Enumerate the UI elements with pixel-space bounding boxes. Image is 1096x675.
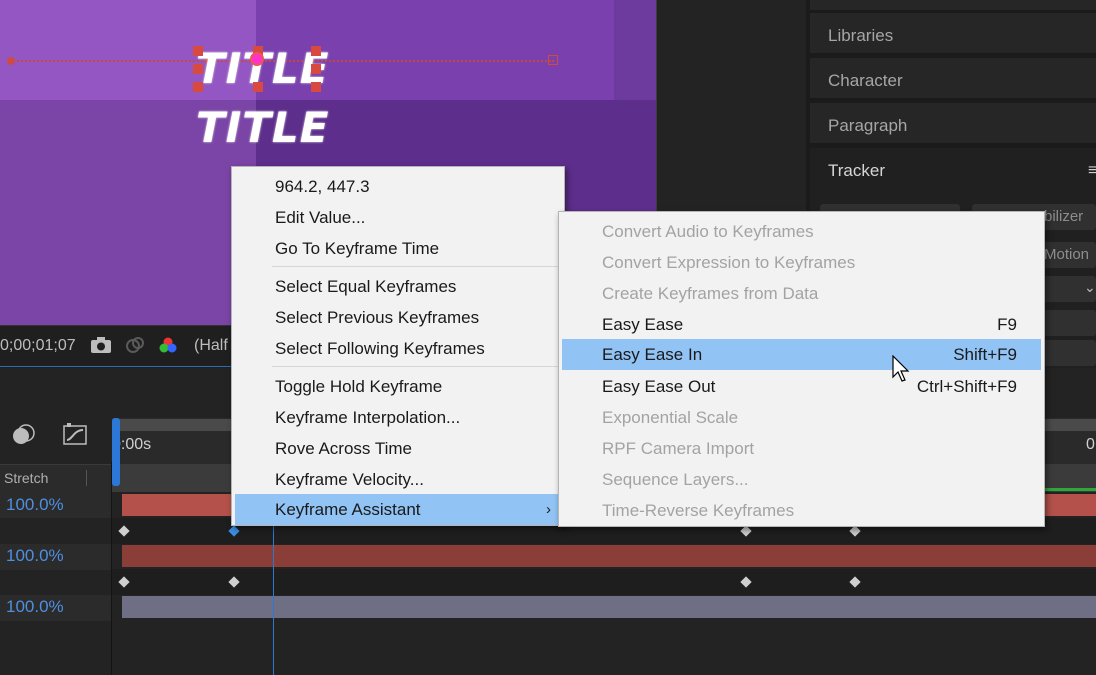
menu-item-label: Select Previous Keyframes [275,308,480,327]
chevron-down-icon: ⌄ [1084,279,1096,295]
menu-item-label: Easy Ease [602,315,684,334]
panel-label: Character [828,71,903,90]
keyframe-context-menu: 964.2, 447.3 Edit Value... Go To Keyfram… [231,166,565,526]
menu-item-select-following-keyframes[interactable]: Select Following Keyframes [232,333,564,364]
menu-item-rove-across-time[interactable]: Rove Across Time [232,433,564,464]
transform-handle[interactable] [311,82,321,92]
menu-item-label: Go To Keyframe Time [275,239,440,258]
transform-handle[interactable] [311,46,321,56]
motion-path-point[interactable] [7,57,15,65]
menu-item-shortcut: Ctrl+Shift+F9 [916,377,1017,396]
menu-item-easy-ease[interactable]: Easy Ease F9 [562,309,1041,340]
current-time-indicator-head[interactable] [112,418,120,486]
menu-item-exponential-scale[interactable]: Exponential Scale [562,402,1041,433]
keyframe-track [112,569,1096,595]
menu-item-label: Keyframe Velocity... [275,470,424,489]
column-divider [111,462,112,675]
menu-item-label: Convert Audio to Keyframes [602,222,814,241]
menu-item-time-reverse-keyframes[interactable]: Time-Reverse Keyframes [562,495,1041,526]
transform-handle[interactable] [193,64,203,74]
menu-item-keyframe-interpolation[interactable]: Keyframe Interpolation... [232,402,564,433]
menu-item-convert-expression-to-keyframes[interactable]: Convert Expression to Keyframes [562,247,1041,278]
transform-handle[interactable] [193,46,203,56]
menu-item-go-to-keyframe-time[interactable]: Go To Keyframe Time [232,233,564,264]
menu-item-keyframe-assistant[interactable]: Keyframe Assistant › [235,494,561,525]
draft-3d-icon[interactable] [12,422,36,452]
stretch-value[interactable]: 100.0% [6,597,64,617]
menu-separator [272,366,558,367]
menu-item-select-equal-keyframes[interactable]: Select Equal Keyframes [232,271,564,302]
graph-editor-icon[interactable] [62,422,88,452]
menu-item-label: Select Following Keyframes [275,339,485,358]
panel-menu-icon[interactable]: ≡ [1088,162,1096,180]
menu-item-toggle-hold-keyframe[interactable]: Toggle Hold Keyframe [232,371,564,402]
title-layer-text[interactable]: TITLE [196,107,329,149]
menu-item-keyframe-velocity[interactable]: Keyframe Velocity... [232,464,564,495]
menu-item-keyframe-value[interactable]: 964.2, 447.3 [232,171,564,202]
show-snapshot-icon[interactable] [124,336,146,359]
menu-item-label: Exponential Scale [602,408,739,427]
menu-item-label: Easy Ease In [602,345,703,364]
viewer-background [614,0,656,100]
menu-item-create-keyframes-from-data[interactable]: Create Keyframes from Data [562,278,1041,309]
menu-item-label: Rove Across Time [275,439,412,458]
menu-item-convert-audio-to-keyframes[interactable]: Convert Audio to Keyframes [562,216,1041,247]
menu-item-label: Easy Ease Out [602,377,716,396]
motion-path-endpoint[interactable] [548,55,558,65]
layer-duration-bar[interactable] [122,596,1096,618]
panel-label: Tracker [828,161,885,180]
column-divider [86,470,87,486]
menu-item-easy-ease-out[interactable]: Easy Ease Out Ctrl+Shift+F9 [562,371,1041,402]
menu-item-label: Edit Value... [275,208,366,227]
panel-label: Paragraph [828,116,908,135]
transform-handle[interactable] [311,64,321,74]
menu-item-shortcut: Shift+F9 [953,345,1017,364]
menu-item-label: Convert Expression to Keyframes [602,253,856,272]
mouse-cursor-icon [892,354,912,388]
menu-item-rpf-camera-import[interactable]: RPF Camera Import [562,433,1041,464]
camera-snapshot-icon[interactable] [90,336,112,359]
stretch-value[interactable]: 100.0% [6,495,64,515]
stabilize-motion-label: Motion [1044,246,1090,263]
menu-item-label: Time-Reverse Keyframes [602,501,795,520]
time-ruler-label: 0 [1086,436,1095,453]
menu-item-label: Keyframe Interpolation... [275,408,461,427]
menu-item-edit-value[interactable]: Edit Value... [232,202,564,233]
panel-label: Libraries [828,26,894,45]
stretch-value[interactable]: 100.0% [6,546,64,566]
submenu-arrow-icon: › [546,501,551,518]
menu-separator [272,266,558,267]
menu-item-label: Keyframe Assistant [275,500,421,519]
warp-stabilizer-label: bilizer [1044,208,1084,225]
render-cache-indicator [1044,488,1096,491]
menu-item-easy-ease-in[interactable]: Easy Ease In Shift+F9 [562,339,1041,370]
current-timecode[interactable]: 0;00;01;07 [0,337,76,355]
menu-item-label: Create Keyframes from Data [602,284,819,303]
stretch-column-label: Stretch [4,470,49,486]
anchor-point-icon[interactable] [250,52,264,66]
transform-handle[interactable] [193,82,203,92]
transform-handle[interactable] [253,82,263,92]
color-channel-icon[interactable] [157,336,179,361]
menu-item-label: RPF Camera Import [602,439,755,458]
menu-item-label: Sequence Layers... [602,470,749,489]
keyframe-assistant-submenu: Convert Audio to Keyframes Convert Expre… [558,211,1045,527]
menu-item-label: 964.2, 447.3 [275,177,370,196]
menu-item-select-previous-keyframes[interactable]: Select Previous Keyframes [232,302,564,333]
menu-item-sequence-layers[interactable]: Sequence Layers... [562,464,1041,495]
menu-item-shortcut: F9 [997,315,1017,334]
menu-item-label: Toggle Hold Keyframe [275,377,443,396]
layer-duration-bar[interactable] [122,545,1096,567]
resolution-dropdown[interactable]: (Half [194,337,228,355]
panel-header [810,0,1096,11]
menu-item-label: Select Equal Keyframes [275,277,457,296]
